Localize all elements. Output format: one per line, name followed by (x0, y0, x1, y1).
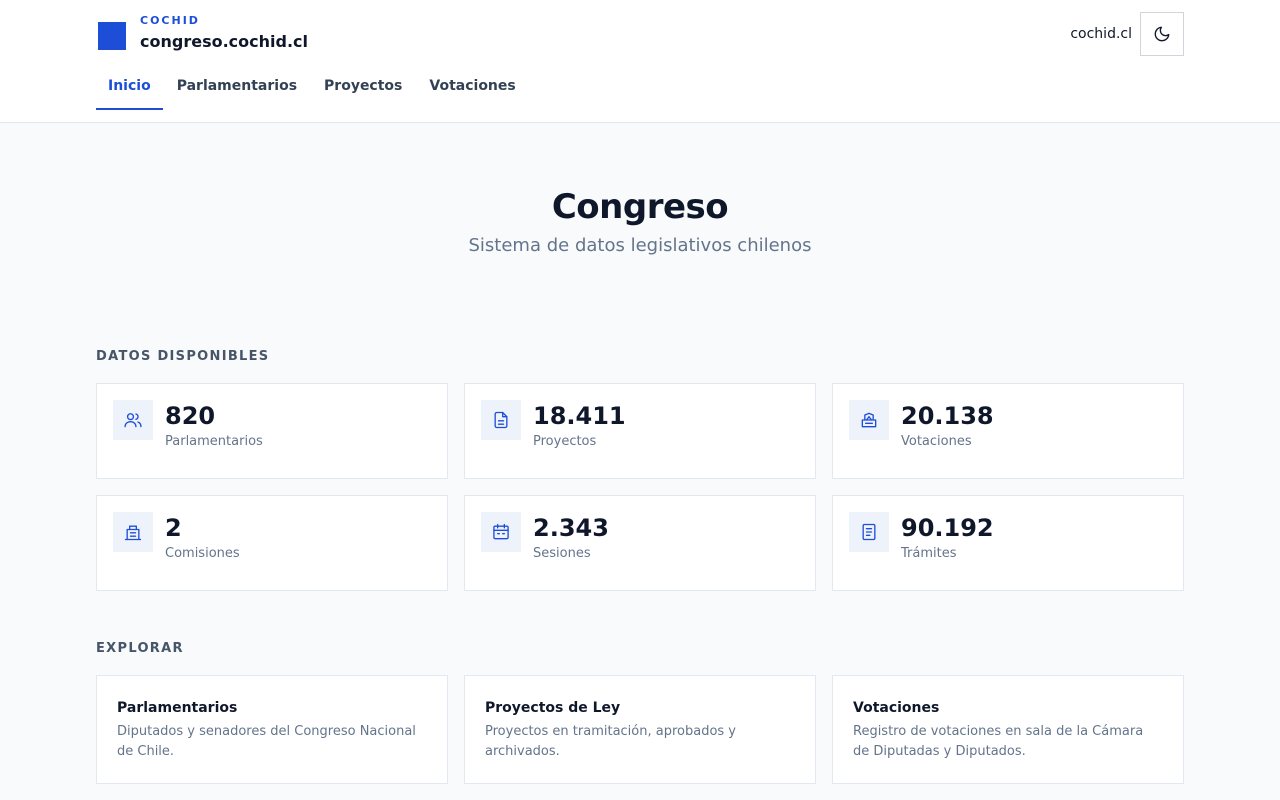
stat-label: Votaciones (901, 434, 972, 449)
card-title: Proyectos de Ley (485, 700, 621, 716)
brand-kicker: COCHID (140, 14, 200, 27)
card-description: Diputados y senadores del Congreso Nacio… (117, 724, 416, 759)
stat-card-sesiones: 2.343 Sesiones (464, 495, 816, 591)
stats-section-title: DATOS DISPONIBLES (96, 349, 270, 364)
stat-label: Parlamentarios (165, 434, 263, 449)
hero: Congreso Sistema de datos legislativos c… (0, 123, 1280, 256)
explore-card-votaciones[interactable]: Votaciones Registro de votaciones en sal… (832, 675, 1184, 784)
card-title: Parlamentarios (117, 700, 238, 716)
stat-value: 18.411 (533, 402, 626, 430)
main-nav: Inicio Parlamentarios Proyectos Votacion… (96, 68, 530, 110)
stat-value: 20.138 (901, 402, 994, 430)
stat-value: 90.192 (901, 514, 994, 542)
brand-domain: congreso.cochid.cl (140, 32, 308, 51)
page-subtitle: Sistema de datos legislativos chilenos (468, 235, 812, 256)
stats-grid: 820 Parlamentarios 18.411 Proyectos 20.1… (96, 383, 1184, 591)
calendar-icon (481, 512, 521, 552)
external-site-link[interactable]: cochid.cl (1070, 26, 1132, 42)
card-description: Registro de votaciones en sala de la Cám… (853, 724, 1144, 759)
explore-grid: Parlamentarios Diputados y senadores del… (96, 675, 1184, 784)
explore-section-title: EXPLORAR (96, 641, 184, 656)
ballot-box-icon (849, 400, 889, 440)
stat-label: Proyectos (533, 434, 597, 449)
page-title: Congreso (551, 187, 729, 227)
explore-card-proyectos[interactable]: Proyectos de Ley Proyectos en tramitació… (464, 675, 816, 784)
stat-label: Sesiones (533, 546, 591, 561)
site-header: COCHID congreso.cochid.cl cochid.cl Inic… (0, 0, 1280, 123)
stat-value: 820 (165, 402, 216, 430)
stat-value: 2 (165, 514, 182, 542)
nav-item-parlamentarios[interactable]: Parlamentarios (164, 68, 310, 110)
clipboard-icon (849, 512, 889, 552)
stat-card-votaciones: 20.138 Votaciones (832, 383, 1184, 479)
building-icon (113, 512, 153, 552)
theme-toggle-button[interactable] (1140, 12, 1184, 56)
stat-card-tramites: 90.192 Trámites (832, 495, 1184, 591)
moon-icon (1153, 25, 1171, 43)
users-icon (113, 400, 153, 440)
stat-card-comisiones: 2 Comisiones (96, 495, 448, 591)
stat-card-proyectos: 18.411 Proyectos (464, 383, 816, 479)
nav-item-proyectos[interactable]: Proyectos (311, 68, 415, 110)
brand-logo (98, 22, 126, 50)
brand[interactable]: COCHID congreso.cochid.cl (98, 14, 308, 52)
nav-item-inicio[interactable]: Inicio (96, 68, 163, 110)
card-title: Votaciones (853, 700, 940, 716)
stat-card-parlamentarios: 820 Parlamentarios (96, 383, 448, 479)
stat-value: 2.343 (533, 514, 609, 542)
explore-card-parlamentarios[interactable]: Parlamentarios Diputados y senadores del… (96, 675, 448, 784)
card-description: Proyectos en tramitación, aprobados y ar… (485, 724, 737, 759)
document-icon (481, 400, 521, 440)
nav-item-votaciones[interactable]: Votaciones (416, 68, 528, 110)
stat-label: Trámites (901, 546, 957, 561)
stat-label: Comisiones (165, 546, 240, 561)
